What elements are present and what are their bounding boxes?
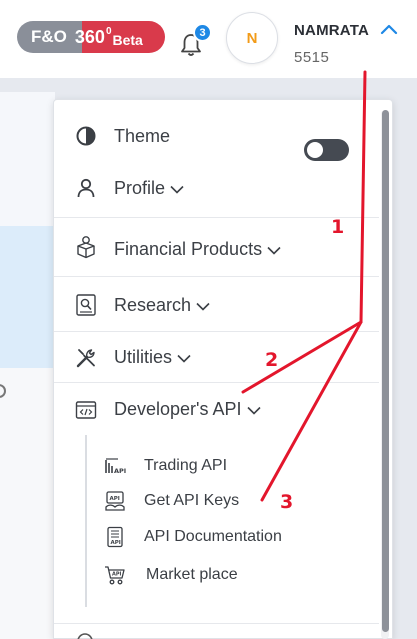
svg-text:API: API <box>111 540 121 546</box>
divider <box>54 276 379 277</box>
research-doc-icon <box>76 294 96 316</box>
research-text: Research <box>114 295 192 315</box>
chevron-down-icon <box>246 406 261 415</box>
chevron-down-icon <box>170 185 184 194</box>
utilities-text: Utilities <box>114 347 173 367</box>
divider <box>54 382 379 383</box>
trading-api-label: Trading API <box>144 457 228 474</box>
menu-item-theme: Theme <box>54 114 379 161</box>
svg-text:API: API <box>110 496 120 502</box>
api-cart-icon: API <box>105 566 125 585</box>
utilities-label: Utilities <box>114 347 191 368</box>
chevron-up-icon[interactable] <box>380 23 398 35</box>
menu-item-developers-api[interactable]: Developer's API <box>54 388 379 432</box>
fo-label: F&O <box>31 27 67 46</box>
chevron-down-icon <box>177 354 191 363</box>
annotation-label-3: 3 <box>280 491 294 513</box>
partial-item-icon <box>77 633 93 639</box>
annotation-label-1: 1 <box>331 216 345 238</box>
annotation-label-2: 2 <box>265 349 279 371</box>
financial-products-text: Financial Products <box>114 239 263 259</box>
background-panel-highlight <box>0 226 55 368</box>
top-bar: F&O 360 0 Beta 3 N NAMRATA 5515 <box>0 0 417 78</box>
user-name[interactable]: NAMRATA <box>294 22 369 39</box>
contrast-icon <box>76 126 96 146</box>
api-key-icon: API <box>105 491 125 511</box>
submenu-item-market-place[interactable]: API Market place <box>104 564 238 586</box>
chevron-down-icon <box>267 246 281 255</box>
menu-item-profile[interactable]: Profile <box>54 164 379 212</box>
submenu-rail <box>85 435 87 607</box>
scrollbar-thumb[interactable] <box>382 110 389 632</box>
submenu-item-trading-api[interactable]: API Trading API <box>104 455 227 477</box>
svg-text:API: API <box>114 467 126 475</box>
user-id: 5515 <box>294 49 330 66</box>
developers-api-text: Developer's API <box>114 399 242 419</box>
profile-text: Profile <box>114 178 166 198</box>
fo-number: 360 <box>74 26 105 47</box>
menu-item-research[interactable]: Research <box>54 282 379 328</box>
developers-api-label: Developer's API <box>114 399 261 420</box>
api-doc-icon: API <box>107 526 123 548</box>
submenu-item-get-api-keys[interactable]: API Get API Keys <box>104 490 239 512</box>
notification-count-badge: 3 <box>193 23 212 42</box>
fo-360-beta-badge[interactable]: F&O 360 0 Beta <box>17 21 165 53</box>
svg-text:API: API <box>112 572 122 578</box>
trading-api-icon: API <box>105 458 126 475</box>
get-api-keys-label: Get API Keys <box>144 492 240 509</box>
profile-dropdown-menu: Theme Profile Financial Products Researc… <box>53 99 393 639</box>
avatar[interactable]: N <box>226 12 278 64</box>
background-panel <box>0 368 55 639</box>
profile-label: Profile <box>114 178 184 199</box>
background-panel <box>0 92 55 226</box>
financial-products-label: Financial Products <box>114 239 281 260</box>
user-icon <box>77 178 95 198</box>
menu-item-utilities[interactable]: Utilities <box>54 336 379 380</box>
chevron-down-icon <box>196 302 210 311</box>
fo-superscript: 0 <box>105 25 112 37</box>
theme-toggle[interactable] <box>304 139 349 161</box>
divider <box>54 331 379 332</box>
submenu-item-api-documentation[interactable]: API API Documentation <box>104 526 282 548</box>
theme-label: Theme <box>114 126 171 146</box>
code-window-icon <box>75 401 97 419</box>
fo-beta-label: Beta <box>112 32 143 48</box>
api-documentation-label: API Documentation <box>144 528 282 545</box>
tools-icon <box>76 349 95 368</box>
research-label: Research <box>114 295 210 316</box>
product-box-icon <box>77 236 95 259</box>
market-place-label: Market place <box>146 566 238 583</box>
divider <box>54 623 379 624</box>
